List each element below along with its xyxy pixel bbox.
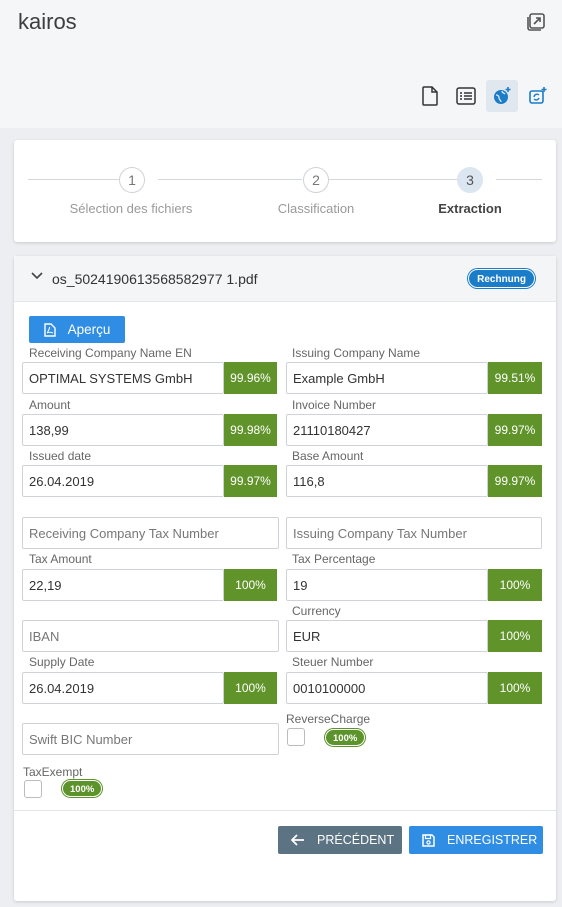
confidence-badge: 100% — [224, 569, 277, 601]
save-button[interactable]: ENREGISTRER — [409, 826, 543, 854]
divider — [14, 810, 556, 811]
open-external-icon[interactable] — [525, 11, 547, 33]
iban-input[interactable]: IBAN — [22, 620, 279, 652]
currency-input[interactable]: EUR — [286, 620, 488, 652]
base-amount-input[interactable]: 116,8 — [286, 465, 488, 497]
step-3-number[interactable]: 3 — [457, 167, 483, 193]
extraction-panel: os_5024190613568582977 1.pdf Rechnung Ap… — [14, 256, 556, 901]
step-3-label: Extraction — [438, 201, 502, 216]
save-label: ENREGISTRER — [447, 833, 538, 847]
confidence-badge: 99.97% — [488, 414, 542, 446]
currency-label: Currency — [292, 604, 341, 618]
preview-button[interactable]: Aperçu — [29, 316, 125, 343]
app-header: kairos — [0, 0, 562, 128]
tax-amount-input[interactable]: 22,19 — [22, 569, 224, 601]
issuing-name-label: Issuing Company Name — [292, 346, 421, 360]
tax-percentage-input[interactable]: 19 — [286, 569, 488, 601]
globe-icon[interactable] — [486, 80, 518, 112]
tax-exempt-label: TaxExempt — [23, 765, 83, 779]
confidence-pill: 100% — [62, 780, 103, 797]
receiving-name-label: Receiving Company Name EN — [29, 346, 192, 360]
document-icon[interactable] — [414, 80, 446, 112]
issued-date-input[interactable]: 26.04.2019 — [22, 465, 224, 497]
issued-date-label: Issued date — [29, 449, 92, 463]
step-connector — [328, 179, 470, 180]
confidence-badge: 100% — [488, 620, 542, 652]
confidence-pill: 100% — [325, 729, 366, 746]
reverse-charge-checkbox[interactable] — [287, 728, 305, 746]
receiving-tax-number-input[interactable]: Receiving Company Tax Number — [22, 517, 279, 549]
amount-label: Amount — [29, 398, 71, 412]
tax-exempt-checkbox[interactable] — [24, 780, 42, 798]
app-title: kairos — [18, 9, 77, 34]
issuing-name-input[interactable]: Example GmbH — [286, 362, 488, 394]
file-name: os_5024190613568582977 1.pdf — [52, 271, 258, 287]
receiving-name-input[interactable]: OPTIMAL SYSTEMS GmbH — [22, 362, 224, 394]
invoice-number-input[interactable]: 21110180427 — [286, 414, 488, 446]
step-1-label: Sélection des fichiers — [69, 201, 193, 216]
confidence-badge: 100% — [488, 672, 542, 704]
tax-percentage-label: Tax Percentage — [292, 552, 376, 566]
confidence-badge: 99.98% — [224, 414, 277, 446]
preview-label: Aperçu — [67, 322, 111, 337]
amount-input[interactable]: 138,99 — [22, 414, 224, 446]
confidence-badge: 100% — [224, 672, 277, 704]
swift-bic-input[interactable]: Swift BIC Number — [22, 723, 279, 755]
supply-date-label: Supply Date — [29, 655, 95, 669]
step-connector — [496, 179, 542, 180]
floppy-icon — [422, 833, 435, 847]
steuer-number-input[interactable]: 0010100000 — [286, 672, 488, 704]
confidence-badge: 99.96% — [224, 362, 277, 394]
chevron-down-icon[interactable] — [31, 272, 43, 280]
step-2-label: Classification — [277, 201, 355, 216]
step-1-number[interactable]: 1 — [119, 167, 145, 193]
pdf-icon — [43, 322, 56, 337]
stepper: 1 2 3 Sélection des fichiers Classificat… — [14, 140, 556, 242]
step-connector — [28, 179, 132, 180]
confidence-badge: 99.51% — [488, 362, 542, 394]
file-header[interactable]: os_5024190613568582977 1.pdf Rechnung — [14, 256, 556, 302]
document-type-badge: Rechnung — [468, 269, 535, 288]
invoice-number-label: Invoice Number — [292, 398, 377, 412]
step-2-number[interactable]: 2 — [303, 167, 329, 193]
step-connector — [158, 179, 302, 180]
supply-date-input[interactable]: 26.04.2019 — [22, 672, 224, 704]
previous-button[interactable]: PRÉCÉDENT — [278, 826, 402, 854]
refresh-icon[interactable] — [522, 80, 554, 112]
steuer-number-label: Steuer Number — [292, 655, 374, 669]
tax-amount-label: Tax Amount — [29, 552, 92, 566]
confidence-badge: 100% — [488, 569, 542, 601]
list-icon[interactable] — [450, 80, 482, 112]
reverse-charge-label: ReverseCharge — [286, 712, 371, 726]
confidence-badge: 99.97% — [488, 465, 542, 497]
previous-label: PRÉCÉDENT — [317, 833, 395, 847]
confidence-badge: 99.97% — [224, 465, 277, 497]
base-amount-label: Base Amount — [292, 449, 364, 463]
arrow-left-icon — [291, 834, 304, 846]
toolbar — [414, 80, 554, 112]
issuing-tax-number-input[interactable]: Issuing Company Tax Number — [286, 517, 542, 549]
